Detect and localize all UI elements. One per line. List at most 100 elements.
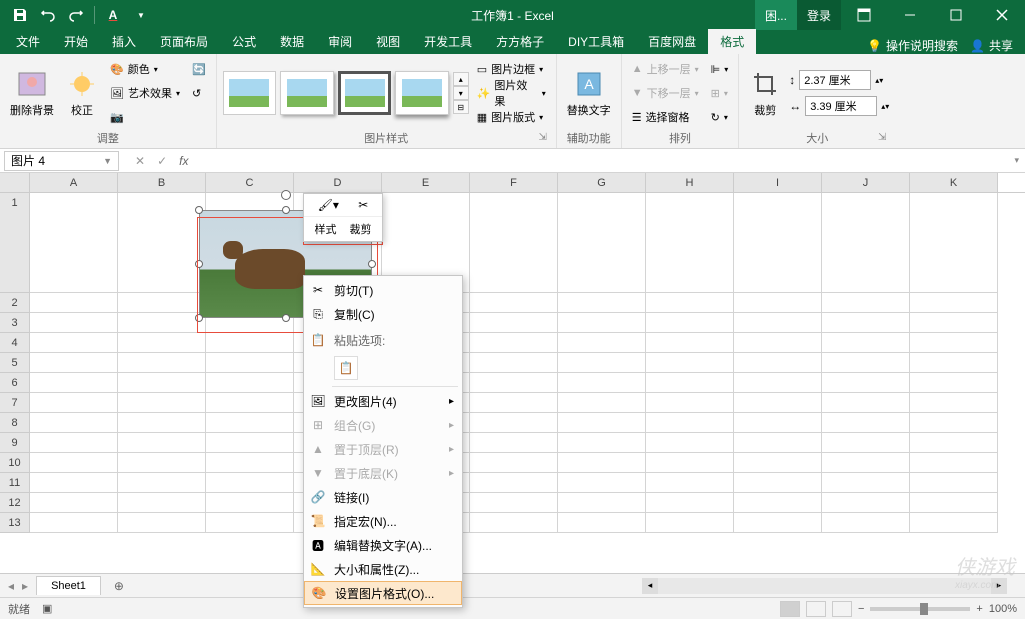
name-box-dropdown-icon[interactable]: ▼ (103, 156, 112, 166)
add-sheet-icon[interactable]: ⊕ (109, 576, 129, 596)
resize-handle[interactable] (195, 314, 203, 322)
style-thumb-4[interactable] (395, 71, 449, 115)
row-header[interactable]: 7 (0, 393, 30, 413)
undo-icon[interactable] (36, 3, 60, 27)
ctx-change-picture[interactable]: 🖼更改图片(4)▸ (304, 389, 462, 413)
col-header[interactable]: D (294, 173, 382, 192)
mini-crop-label[interactable]: 裁剪 (350, 221, 372, 237)
width-spinner[interactable]: ▴▾ (881, 102, 889, 111)
picture-layout-button[interactable]: ▦图片版式▾ (473, 106, 550, 128)
height-input[interactable]: 2.37 厘米 (799, 70, 871, 90)
macro-record-icon[interactable]: ▣ (42, 602, 52, 615)
col-header[interactable]: G (558, 173, 646, 192)
resize-handle[interactable] (282, 314, 290, 322)
tab-file[interactable]: 文件 (4, 29, 52, 54)
col-header[interactable]: I (734, 173, 822, 192)
ctx-edit-alt-text[interactable]: 🅰编辑替换文字(A)... (304, 533, 462, 557)
corrections-button[interactable]: 校正 (62, 66, 102, 120)
col-header[interactable]: K (910, 173, 998, 192)
ctx-assign-macro[interactable]: 📜指定宏(N)... (304, 509, 462, 533)
style-thumb-2[interactable] (280, 71, 334, 115)
tab-diy[interactable]: DIY工具箱 (556, 29, 636, 54)
resize-handle[interactable] (195, 206, 203, 214)
compress-button[interactable]: 📷 (106, 106, 184, 128)
tab-ffgz[interactable]: 方方格子 (484, 29, 556, 54)
resize-handle[interactable] (195, 260, 203, 268)
remove-background-button[interactable]: 删除背景 (6, 66, 58, 120)
page-break-view-icon[interactable] (832, 601, 852, 617)
maximize-icon[interactable] (933, 0, 979, 30)
align-button[interactable]: ⊫▾ (707, 58, 733, 80)
row-header[interactable]: 4 (0, 333, 30, 353)
rotate-button[interactable]: ↻▾ (707, 106, 733, 128)
styles-launcher-icon[interactable]: ⇲ (536, 132, 550, 146)
style-gallery-icon[interactable]: 🖌▾ (318, 198, 339, 212)
page-layout-view-icon[interactable] (806, 601, 826, 617)
row-header[interactable]: 11 (0, 473, 30, 493)
col-header[interactable]: B (118, 173, 206, 192)
cancel-formula-icon[interactable]: ✕ (135, 154, 145, 168)
col-header[interactable]: F (470, 173, 558, 192)
color-button[interactable]: 🎨颜色▾ (106, 58, 184, 80)
rotate-handle[interactable] (281, 190, 291, 200)
account-button[interactable]: 困... (755, 0, 797, 30)
size-launcher-icon[interactable]: ⇲ (875, 132, 889, 146)
col-header[interactable]: E (382, 173, 470, 192)
ctx-cut[interactable]: ✂剪切(T) (304, 278, 462, 302)
formula-expand-icon[interactable]: ▾ (1008, 155, 1025, 166)
tab-page-layout[interactable]: 页面布局 (148, 29, 220, 54)
row-header[interactable]: 5 (0, 353, 30, 373)
font-color-icon[interactable]: A (101, 3, 125, 27)
ctx-size-properties[interactable]: 📐大小和属性(Z)... (304, 557, 462, 581)
artistic-effects-button[interactable]: 🖼艺术效果▾ (106, 82, 184, 104)
col-header[interactable]: H (646, 173, 734, 192)
style-thumb-3[interactable] (338, 71, 392, 115)
select-all-corner[interactable] (0, 173, 30, 192)
tab-insert[interactable]: 插入 (100, 29, 148, 54)
crop-mini-icon[interactable]: ✂ (358, 198, 368, 212)
tab-format[interactable]: 格式 (708, 29, 756, 54)
tab-developer[interactable]: 开发工具 (412, 29, 484, 54)
zoom-slider[interactable] (870, 607, 970, 611)
tab-formulas[interactable]: 公式 (220, 29, 268, 54)
gallery-up-icon[interactable]: ▴ (453, 72, 469, 86)
ctx-link[interactable]: 🔗链接(I) (304, 485, 462, 509)
gallery-down-icon[interactable]: ▾ (453, 86, 469, 100)
share-button[interactable]: 👤共享 (970, 37, 1013, 54)
tab-data[interactable]: 数据 (268, 29, 316, 54)
ctx-format-picture[interactable]: 🎨设置图片格式(O)... (304, 581, 462, 605)
row-header[interactable]: 12 (0, 493, 30, 513)
tab-nav-last-icon[interactable]: ▸ (22, 579, 28, 593)
style-thumb-1[interactable] (223, 71, 277, 115)
normal-view-icon[interactable] (780, 601, 800, 617)
tab-view[interactable]: 视图 (364, 29, 412, 54)
close-icon[interactable] (979, 0, 1025, 30)
tab-home[interactable]: 开始 (52, 29, 100, 54)
crop-button[interactable]: 裁剪 (745, 66, 785, 120)
row-header[interactable]: 8 (0, 413, 30, 433)
sheet-tab[interactable]: Sheet1 (36, 576, 101, 595)
zoom-in-icon[interactable]: + (976, 603, 982, 615)
selection-pane-button[interactable]: ☰选择窗格 (628, 106, 703, 128)
reset-picture-button[interactable]: ↺ (188, 82, 210, 104)
ribbon-display-icon[interactable] (841, 0, 887, 30)
change-picture-button[interactable]: 🔄 (188, 58, 210, 80)
tell-me[interactable]: 💡操作说明搜索 (867, 37, 958, 54)
row-header[interactable]: 1 (0, 193, 30, 293)
zoom-level[interactable]: 100% (989, 603, 1017, 615)
login-button[interactable]: 登录 (797, 0, 841, 30)
picture-effects-button[interactable]: ✨图片效果▾ (473, 82, 550, 104)
save-icon[interactable] (8, 3, 32, 27)
width-input[interactable]: 3.39 厘米 (805, 96, 877, 116)
accept-formula-icon[interactable]: ✓ (157, 154, 167, 168)
tab-nav-first-icon[interactable]: ◂ (8, 579, 14, 593)
cells-area[interactable] (30, 193, 1025, 533)
scroll-right-icon[interactable]: ▸ (991, 578, 1007, 594)
row-header[interactable]: 3 (0, 313, 30, 333)
row-header[interactable]: 2 (0, 293, 30, 313)
row-header[interactable]: 13 (0, 513, 30, 533)
ctx-copy[interactable]: ⎘复制(C) (304, 302, 462, 326)
col-header[interactable]: C (206, 173, 294, 192)
height-spinner[interactable]: ▴▾ (875, 76, 883, 85)
tab-baidu[interactable]: 百度网盘 (636, 29, 708, 54)
